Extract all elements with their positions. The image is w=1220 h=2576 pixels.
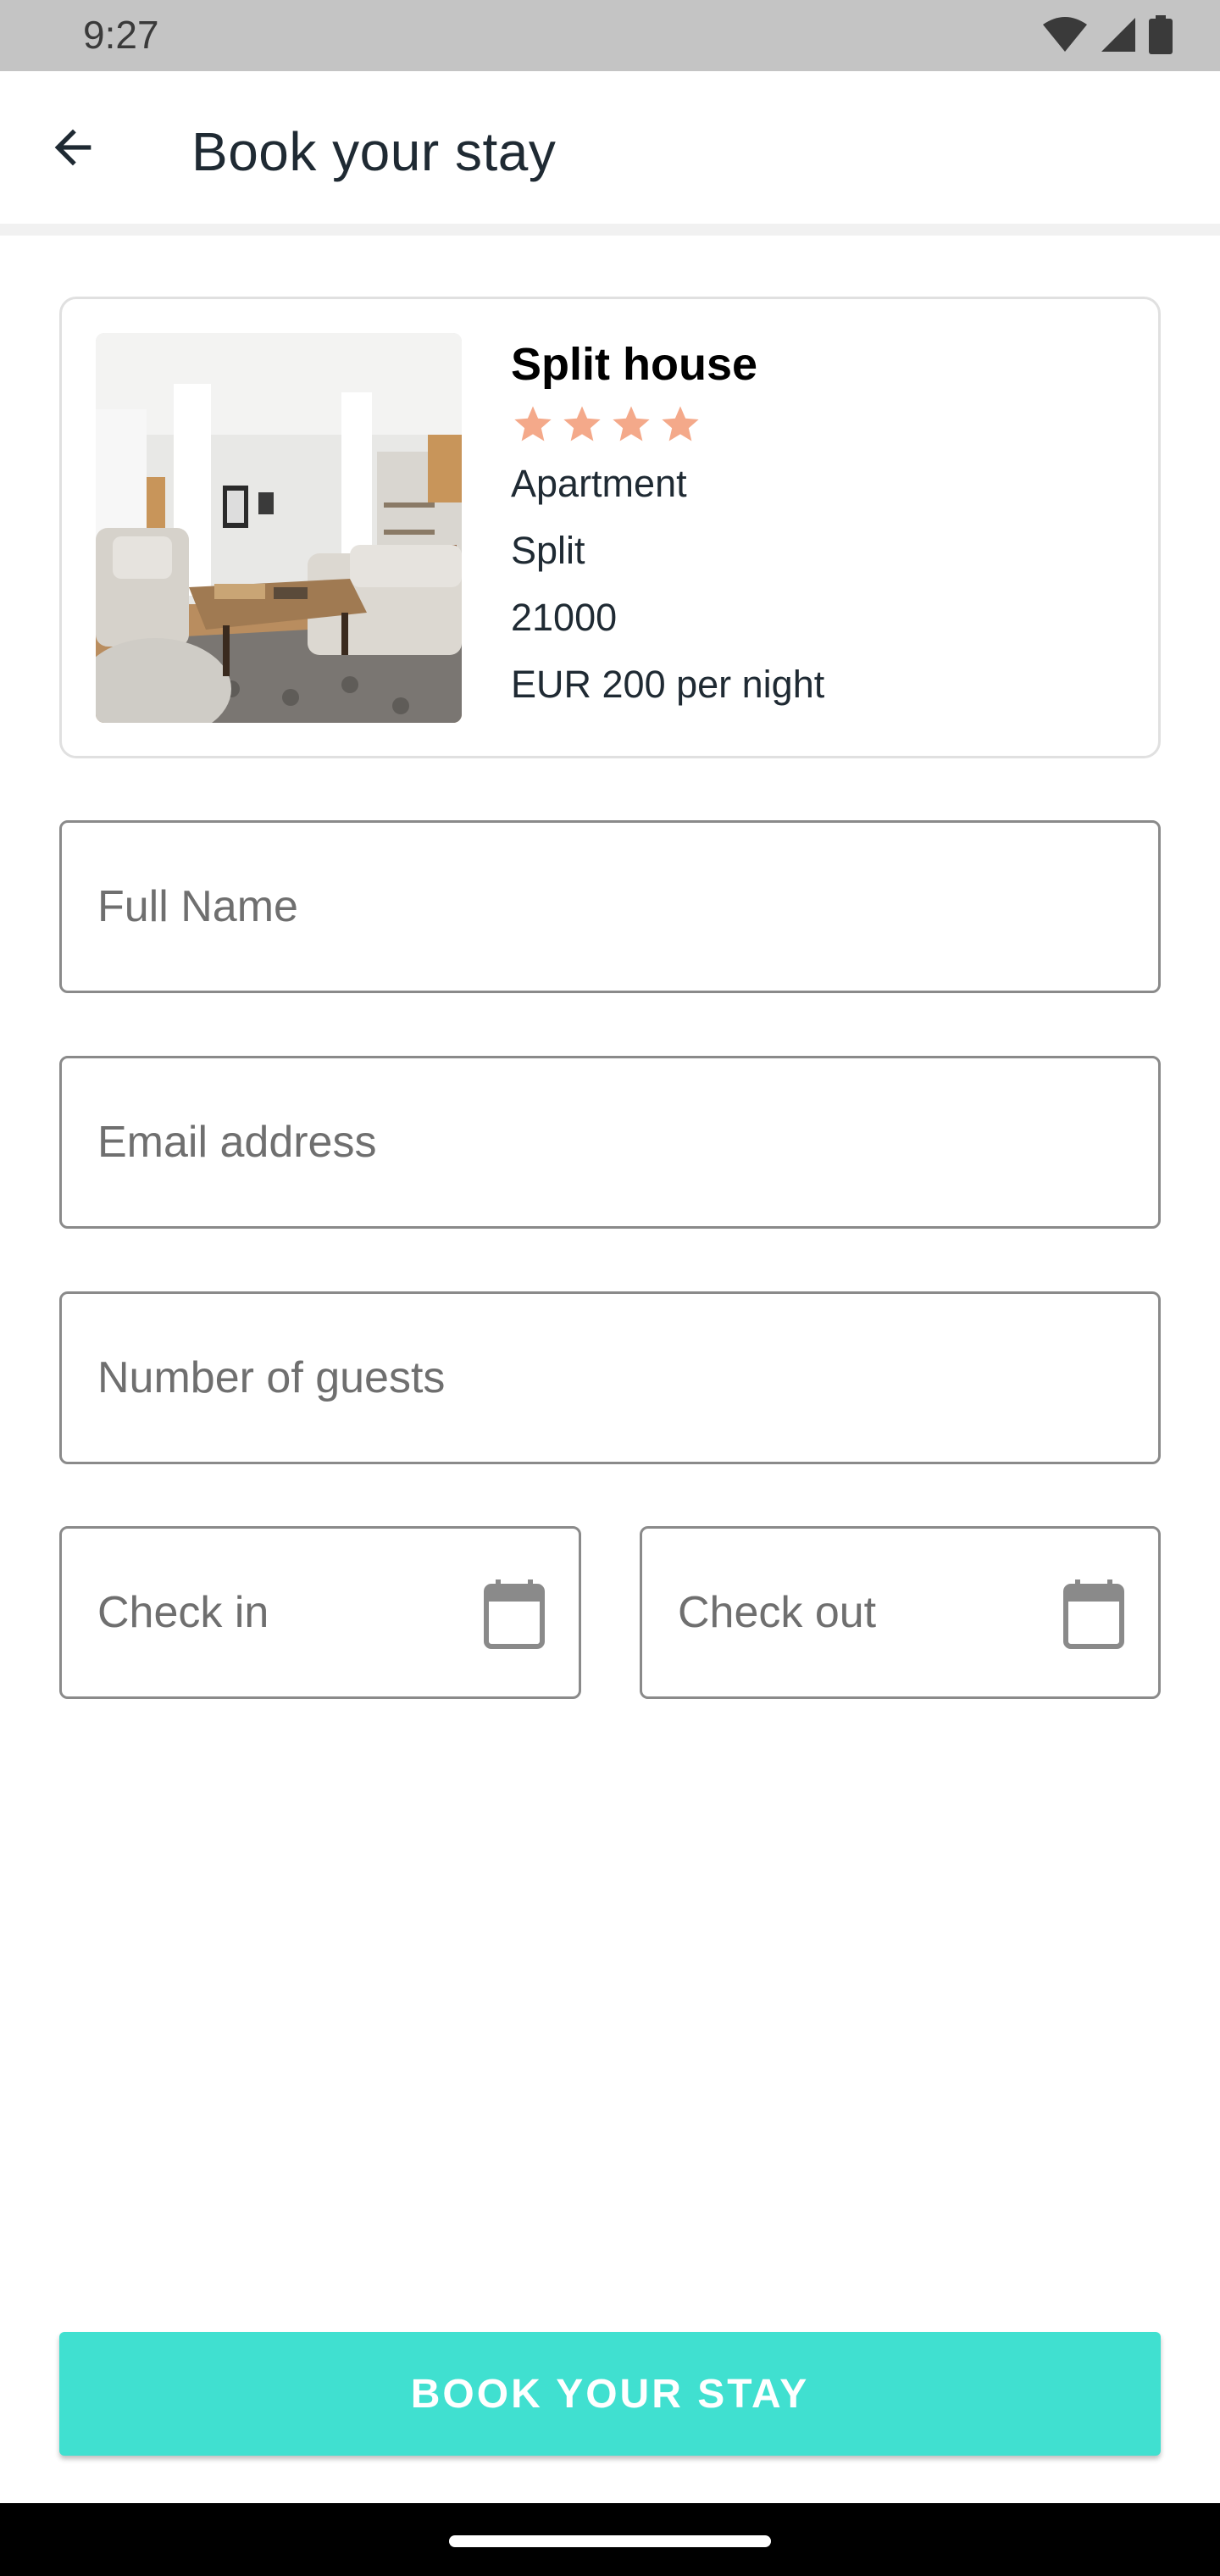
- app-bar-divider: [0, 224, 1220, 236]
- calendar-icon[interactable]: [1063, 1579, 1124, 1649]
- property-info: Split house Apartment Split 21000 EUR 20…: [511, 333, 824, 718]
- email-input[interactable]: [96, 1058, 1141, 1226]
- page-title: Book your stay: [191, 121, 557, 182]
- cellular-signal-icon: [1100, 16, 1137, 58]
- full-name-field[interactable]: [59, 820, 1161, 993]
- status-bar: 9:27: [0, 0, 1220, 71]
- check-out-input[interactable]: [676, 1529, 1015, 1696]
- back-button[interactable]: [34, 110, 112, 188]
- check-out-field[interactable]: [640, 1526, 1161, 1699]
- star-icon: [609, 402, 653, 450]
- wifi-icon: [1042, 16, 1088, 58]
- star-rating: [511, 402, 824, 450]
- home-handle[interactable]: [449, 2535, 771, 2547]
- check-in-input[interactable]: [96, 1529, 435, 1696]
- star-icon: [658, 402, 702, 450]
- star-icon: [560, 402, 604, 450]
- property-price: EUR 200 per night: [511, 663, 825, 706]
- property-type: Apartment: [511, 462, 687, 505]
- star-icon: [511, 402, 555, 450]
- system-nav-bar: [0, 2503, 1220, 2576]
- status-icons: [1042, 15, 1173, 58]
- property-name: Split house: [511, 339, 758, 390]
- status-time: 9:27: [83, 13, 159, 57]
- battery-icon: [1149, 15, 1173, 58]
- calendar-icon[interactable]: [484, 1579, 545, 1649]
- property-card: Split house Apartment Split 21000 EUR 20…: [59, 297, 1161, 758]
- property-photo: [96, 333, 462, 723]
- arrow-back-icon: [46, 120, 100, 179]
- property-postal-code: 21000: [511, 596, 618, 639]
- email-field[interactable]: [59, 1056, 1161, 1229]
- app-bar: [0, 71, 1220, 224]
- property-city: Split: [511, 529, 585, 572]
- guests-field[interactable]: [59, 1291, 1161, 1464]
- guests-input[interactable]: [96, 1294, 1141, 1462]
- full-name-input[interactable]: [96, 823, 1141, 991]
- book-your-stay-button[interactable]: BOOK YOUR STAY: [59, 2332, 1161, 2456]
- check-in-field[interactable]: [59, 1526, 581, 1699]
